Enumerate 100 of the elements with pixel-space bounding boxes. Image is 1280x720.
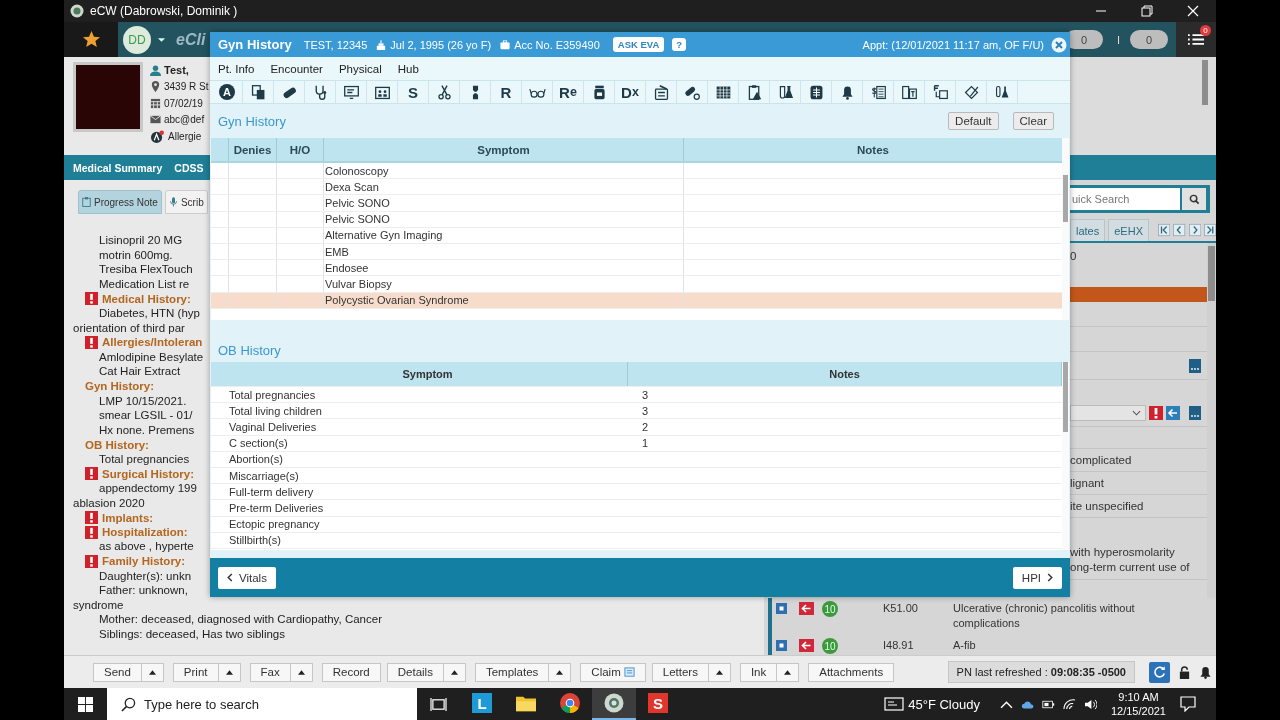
weather-icon[interactable] <box>884 697 905 711</box>
refresh-icon[interactable] <box>1149 661 1170 683</box>
arrow-left-icon[interactable] <box>1166 406 1180 420</box>
toolbar-button[interactable]: Templates <box>474 662 550 682</box>
battery-icon[interactable] <box>1041 698 1055 710</box>
menu-item[interactable]: Hub <box>397 62 419 75</box>
column-header[interactable]: Denies <box>229 138 277 161</box>
scrollbar[interactable] <box>1063 175 1068 222</box>
patient-name[interactable]: Test, <box>164 64 189 77</box>
clock-date[interactable]: 12/15/2021 <box>1110 704 1166 718</box>
dropdown-button[interactable] <box>777 662 800 682</box>
next-icon[interactable] <box>1188 223 1201 237</box>
column-header[interactable]: Notes <box>684 138 1062 161</box>
more-icon[interactable] <box>1189 358 1201 373</box>
toolbar-button[interactable]: Letters <box>651 662 709 682</box>
toolbar-button[interactable]: Details <box>386 662 444 682</box>
table-row[interactable]: Endosee <box>211 260 1062 277</box>
scrollbar[interactable] <box>1063 362 1068 432</box>
table-row[interactable]: EMB <box>211 243 1062 261</box>
checkbox[interactable] <box>776 640 787 651</box>
dropdown-button[interactable] <box>443 662 466 682</box>
copy-icon[interactable] <box>249 83 267 101</box>
alert-icon[interactable] <box>1149 406 1163 420</box>
panel-tab[interactable]: eEHX <box>1108 219 1149 241</box>
menu-item[interactable]: Encounter <box>270 62 323 75</box>
previous-icon[interactable] <box>1173 223 1186 237</box>
monitor-icon[interactable] <box>342 83 360 101</box>
dropdown-button[interactable] <box>549 662 572 682</box>
toolbar-button[interactable]: S <box>398 81 429 103</box>
action-button[interactable]: Default <box>948 112 999 130</box>
toolbar-button[interactable]: Fax <box>249 662 291 682</box>
toolbar-button[interactable]: A <box>212 81 243 103</box>
weather-text[interactable]: 45°F Cloudy <box>908 696 980 712</box>
toolbar-button[interactable]: R <box>491 81 522 103</box>
book-icon[interactable] <box>900 83 918 101</box>
note-text: Mother: deceased, diagnosed with Cardiopathy, Cancer <box>99 613 382 626</box>
windows-logo-icon[interactable] <box>78 696 93 712</box>
dropdown-button[interactable] <box>218 662 241 682</box>
column-header[interactable]: Symptom <box>228 362 628 386</box>
task-view-icon[interactable] <box>430 696 447 712</box>
nav-tab[interactable]: Medical Summary <box>73 161 163 174</box>
arrow-left-icon[interactable] <box>799 602 814 615</box>
arrow-left-icon[interactable] <box>799 639 814 652</box>
back-button[interactable]: Vitals <box>218 566 276 589</box>
wifi-icon[interactable] <box>1062 698 1076 710</box>
help-button[interactable]: ? <box>672 38 687 51</box>
menu-icon[interactable] <box>1188 33 1204 46</box>
menu-item[interactable]: Physical <box>338 62 382 75</box>
test-tubes-icon[interactable] <box>993 83 1011 101</box>
note-tab[interactable]: Scrib <box>164 190 208 214</box>
counter-pill[interactable]: 0 <box>1130 30 1168 49</box>
taskbar-app[interactable]: S <box>636 688 680 720</box>
lock-icon[interactable] <box>1178 665 1191 679</box>
bell-icon[interactable] <box>1199 665 1212 679</box>
next-button[interactable]: HPI <box>1012 566 1062 589</box>
search-button[interactable] <box>1182 188 1206 210</box>
table-row[interactable]: Pelvic SONO <box>211 211 1062 228</box>
table-row[interactable]: Colonoscopy <box>211 163 1062 180</box>
table-row[interactable]: Pelvic SONO <box>211 195 1062 212</box>
volume-icon[interactable] <box>1083 698 1097 710</box>
note-tab[interactable]: Progress Note <box>78 190 162 214</box>
last-page-icon[interactable] <box>1203 223 1216 237</box>
menu-item[interactable]: Pt. Info <box>218 62 255 75</box>
scrollbar[interactable] <box>1208 246 1215 301</box>
star-icon[interactable] <box>81 30 101 49</box>
toolbar-button[interactable]: Send <box>93 662 142 682</box>
clock-time[interactable]: 9:10 AM <box>1118 690 1159 704</box>
taskbar-app[interactable] <box>592 688 636 720</box>
dropdown-button[interactable] <box>708 662 731 682</box>
first-page-icon[interactable] <box>1158 223 1171 237</box>
table-row[interactable]: Vulvar Biopsy <box>211 276 1062 293</box>
table-row[interactable]: Dexa Scan <box>211 179 1062 196</box>
scrollbar[interactable] <box>1202 60 1208 105</box>
ask-eva-button[interactable]: ASK EVA <box>612 37 665 52</box>
search-field[interactable]: uick Search <box>1070 188 1180 210</box>
scissors-icon[interactable] <box>435 83 453 101</box>
dropdown-button[interactable] <box>141 662 164 682</box>
checkbox[interactable] <box>776 603 787 614</box>
toolbar-button[interactable]: Record <box>321 662 381 682</box>
toolbar-button[interactable]: Ink <box>739 662 778 682</box>
caret-icon[interactable] <box>157 36 166 43</box>
toolbar-button[interactable]: Attachments <box>808 662 895 682</box>
more-icon[interactable] <box>1189 406 1201 420</box>
bill-icon[interactable] <box>869 83 887 101</box>
toolbar-button[interactable]: Claim <box>580 662 646 682</box>
table-row[interactable]: Alternative Gyn Imaging <box>211 227 1062 244</box>
dropdown-button[interactable] <box>290 662 313 682</box>
column-header[interactable]: Symptom <box>324 138 684 161</box>
chevron-up-icon[interactable] <box>999 698 1013 710</box>
toolbar-button[interactable]: Print <box>172 662 219 682</box>
close-icon[interactable] <box>1051 36 1067 53</box>
prescription-icon[interactable] <box>652 83 670 101</box>
panel-tab[interactable]: lates <box>1070 219 1106 241</box>
notification-icon[interactable] <box>1180 696 1196 712</box>
allergies-label[interactable]: Allergie <box>168 130 202 142</box>
folders-icon[interactable] <box>931 83 949 101</box>
pen-paper-icon[interactable] <box>962 83 980 101</box>
nav-tab[interactable]: CDSS <box>174 161 204 174</box>
action-button[interactable]: Clear <box>1012 112 1054 130</box>
column-header[interactable]: H/O <box>277 138 324 161</box>
